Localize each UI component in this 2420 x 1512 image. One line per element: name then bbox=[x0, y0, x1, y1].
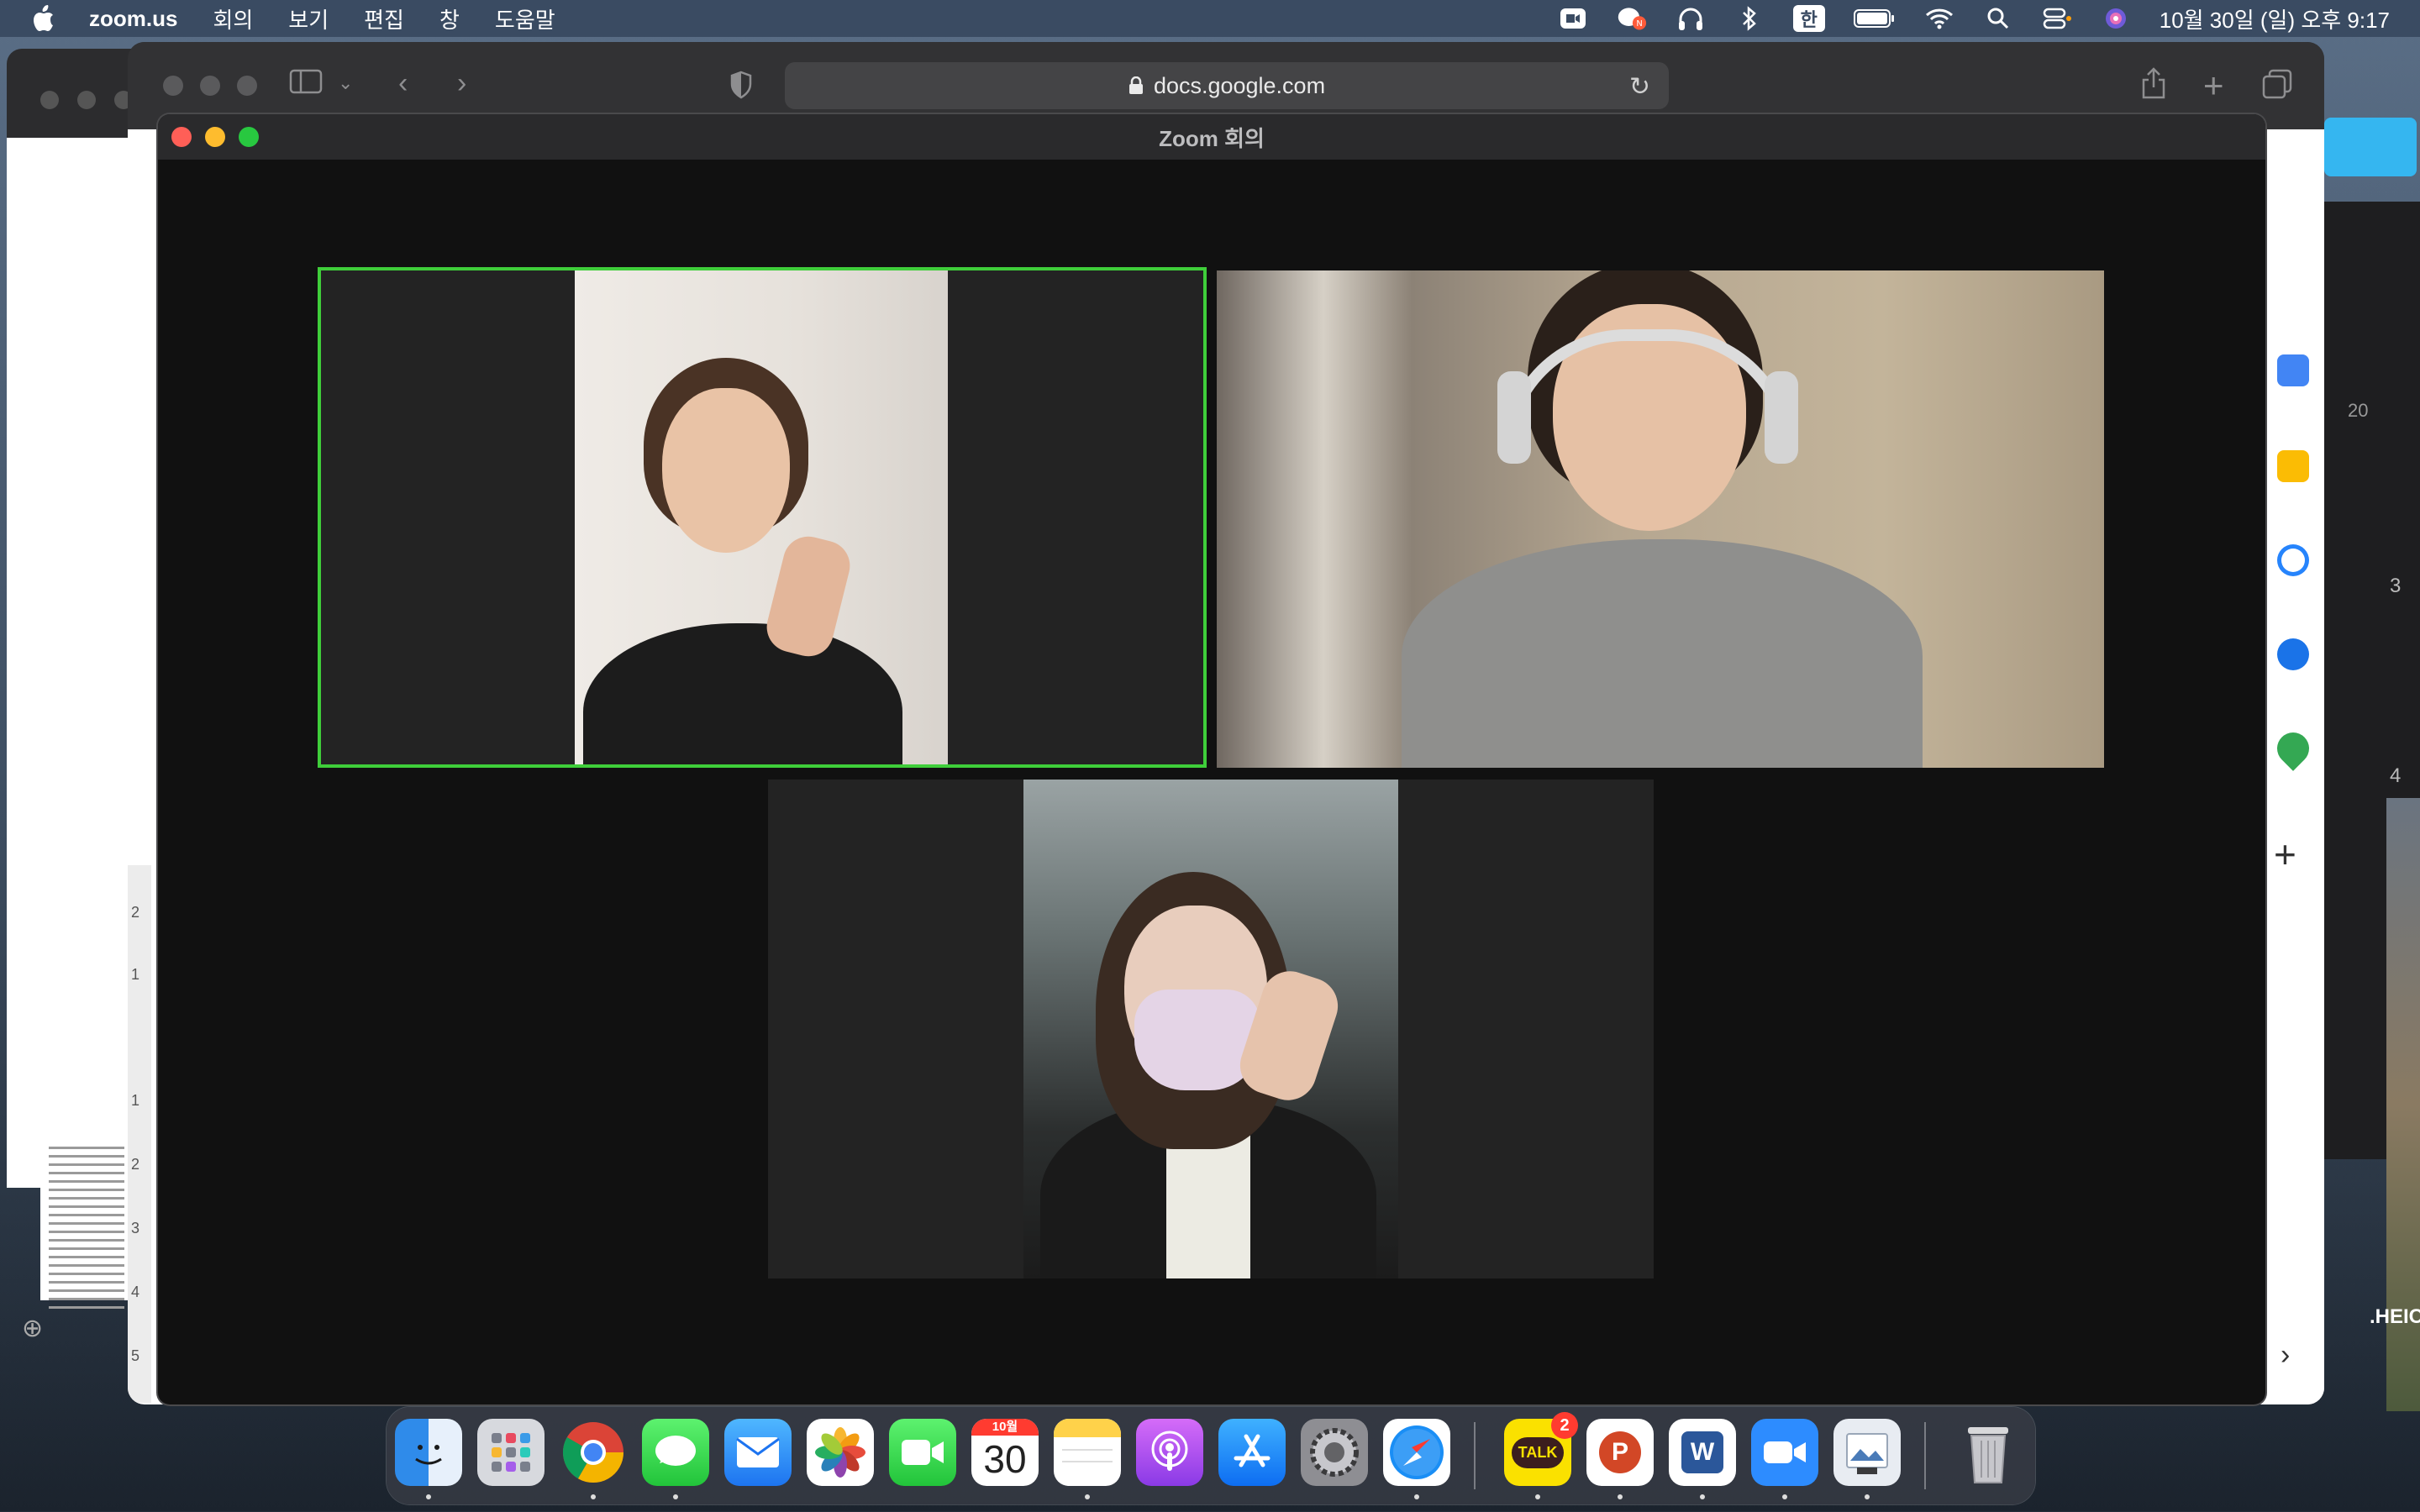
dock-separator bbox=[1924, 1422, 1926, 1489]
keep-app-icon[interactable] bbox=[2277, 450, 2309, 482]
vertical-ruler: 2 1 1 2 3 4 5 bbox=[128, 865, 151, 1403]
kakaotalk-icon[interactable]: TALK 2 bbox=[1504, 1412, 1578, 1486]
menu-meeting[interactable]: 회의 bbox=[213, 3, 253, 34]
window-controls bbox=[163, 76, 257, 96]
siri-icon[interactable] bbox=[2101, 6, 2131, 31]
zoom-window-button[interactable] bbox=[239, 127, 259, 147]
participant-video-tile-3[interactable] bbox=[768, 780, 1654, 1278]
forward-arrow-icon[interactable]: › bbox=[457, 67, 466, 100]
app-name-menu[interactable]: zoom.us bbox=[89, 6, 177, 32]
address-bar[interactable]: docs.google.com ↻ bbox=[785, 62, 1669, 109]
headphones-icon[interactable] bbox=[1676, 6, 1706, 31]
messages-icon[interactable] bbox=[642, 1419, 709, 1486]
menu-help[interactable]: 도움말 bbox=[495, 3, 555, 34]
zoom-meeting-window: Zoom 회의 bbox=[158, 114, 2265, 1404]
minimize-window-button[interactable] bbox=[205, 127, 225, 147]
zoom-titlebar[interactable]: Zoom 회의 bbox=[158, 114, 2265, 160]
launchpad-icon[interactable] bbox=[477, 1419, 544, 1486]
trash-icon[interactable] bbox=[1954, 1419, 2022, 1486]
side-number-b: 4 bbox=[2390, 764, 2402, 787]
google-side-panel: + › bbox=[2257, 129, 2324, 1404]
new-tab-icon[interactable]: + bbox=[2203, 66, 2224, 106]
privacy-shield-icon[interactable] bbox=[729, 71, 753, 99]
url-text: docs.google.com bbox=[1153, 72, 1326, 98]
svg-text:N: N bbox=[1636, 19, 1642, 29]
menu-window[interactable]: 창 bbox=[439, 3, 460, 34]
dock: 10월 30 TALK 2 P W bbox=[387, 1407, 2035, 1504]
preview-icon[interactable] bbox=[1833, 1419, 1901, 1486]
notification-badge: 2 bbox=[1551, 1412, 1578, 1439]
word-icon[interactable]: W bbox=[1669, 1419, 1736, 1486]
document-thumbnail[interactable] bbox=[40, 1141, 133, 1309]
facetime-icon[interactable] bbox=[889, 1419, 956, 1486]
zoom-window-title: Zoom 회의 bbox=[1159, 125, 1265, 151]
contacts-app-icon[interactable] bbox=[2277, 638, 2309, 670]
document-page bbox=[7, 138, 133, 1188]
expand-panel-icon[interactable]: › bbox=[2281, 1339, 2290, 1372]
window-controls bbox=[40, 91, 133, 109]
menu-bar: zoom.us 회의 보기 편집 창 도움말 N 한 10월 30일 (일) 오… bbox=[0, 0, 2420, 37]
add-addon-icon[interactable]: + bbox=[2274, 832, 2296, 877]
safari-icon[interactable] bbox=[1383, 1419, 1450, 1486]
system-preferences-icon[interactable] bbox=[1301, 1419, 1368, 1486]
spotlight-search-icon[interactable] bbox=[1983, 6, 2013, 31]
messenger-icon[interactable]: N bbox=[1617, 6, 1647, 31]
finder-icon[interactable] bbox=[395, 1419, 462, 1486]
add-page-icon[interactable]: ⊕ bbox=[22, 1314, 43, 1343]
participant-video-tile-1[interactable] bbox=[321, 270, 1203, 764]
bluetooth-icon[interactable] bbox=[1734, 6, 1765, 31]
participant-video-2 bbox=[1217, 270, 2104, 768]
tab-overview-icon[interactable] bbox=[2262, 69, 2292, 99]
wifi-icon[interactable] bbox=[1924, 6, 1954, 31]
photos-icon[interactable] bbox=[807, 1419, 874, 1486]
input-source-indicator[interactable]: 한 bbox=[1792, 5, 1825, 32]
participant-video-1 bbox=[575, 270, 948, 764]
kakaotalk-label: TALK bbox=[1511, 1436, 1565, 1468]
powerpoint-icon[interactable]: P bbox=[1586, 1419, 1654, 1486]
control-center-icon[interactable] bbox=[2042, 6, 2072, 31]
participant-video-tile-2[interactable] bbox=[1217, 270, 2104, 768]
reload-icon[interactable]: ↻ bbox=[1629, 72, 1650, 102]
share-icon[interactable] bbox=[2141, 67, 2166, 99]
menu-edit[interactable]: 편집 bbox=[364, 3, 404, 34]
maps-app-icon[interactable] bbox=[2270, 726, 2316, 771]
calendar-icon[interactable]: 10월 30 bbox=[971, 1419, 1039, 1486]
apple-menu-icon[interactable] bbox=[30, 4, 55, 33]
participant-video-3 bbox=[1023, 780, 1398, 1278]
battery-icon[interactable] bbox=[1853, 6, 1896, 31]
side-number-c: 20 bbox=[2348, 400, 2369, 421]
tasks-app-icon[interactable] bbox=[2277, 544, 2309, 576]
back-arrow-icon[interactable]: ‹ bbox=[398, 67, 408, 100]
podcasts-icon[interactable] bbox=[1136, 1419, 1203, 1486]
calendar-month: 10월 bbox=[971, 1419, 1039, 1436]
lock-icon bbox=[1128, 76, 1144, 95]
powerpoint-letter: P bbox=[1599, 1431, 1641, 1473]
side-number-a: 3 bbox=[2390, 575, 2402, 597]
chrome-icon[interactable] bbox=[560, 1419, 627, 1486]
calendar-day: 30 bbox=[983, 1437, 1027, 1481]
desktop-file-label[interactable]: .HEIC bbox=[2370, 1305, 2420, 1329]
app-store-icon[interactable] bbox=[1218, 1419, 1286, 1486]
close-window-button[interactable] bbox=[171, 127, 192, 147]
word-letter: W bbox=[1681, 1431, 1723, 1473]
notes-icon[interactable] bbox=[1054, 1419, 1121, 1486]
accent-button[interactable] bbox=[2324, 118, 2417, 176]
chevron-down-icon[interactable]: ⌄ bbox=[338, 72, 353, 94]
sidebar-toggle-icon[interactable] bbox=[289, 69, 323, 94]
status-area: N 한 10월 30일 (일) 오후 9:17 bbox=[1558, 0, 2390, 37]
calendar-app-icon[interactable] bbox=[2277, 354, 2309, 386]
menubar-clock[interactable]: 10월 30일 (일) 오후 9:17 bbox=[2160, 3, 2390, 34]
mail-icon[interactable] bbox=[724, 1419, 792, 1486]
zoom-video-status-icon[interactable] bbox=[1558, 6, 1588, 31]
menu-view[interactable]: 보기 bbox=[288, 3, 329, 34]
dock-separator bbox=[1474, 1422, 1476, 1489]
zoom-app-icon[interactable] bbox=[1751, 1419, 1818, 1486]
